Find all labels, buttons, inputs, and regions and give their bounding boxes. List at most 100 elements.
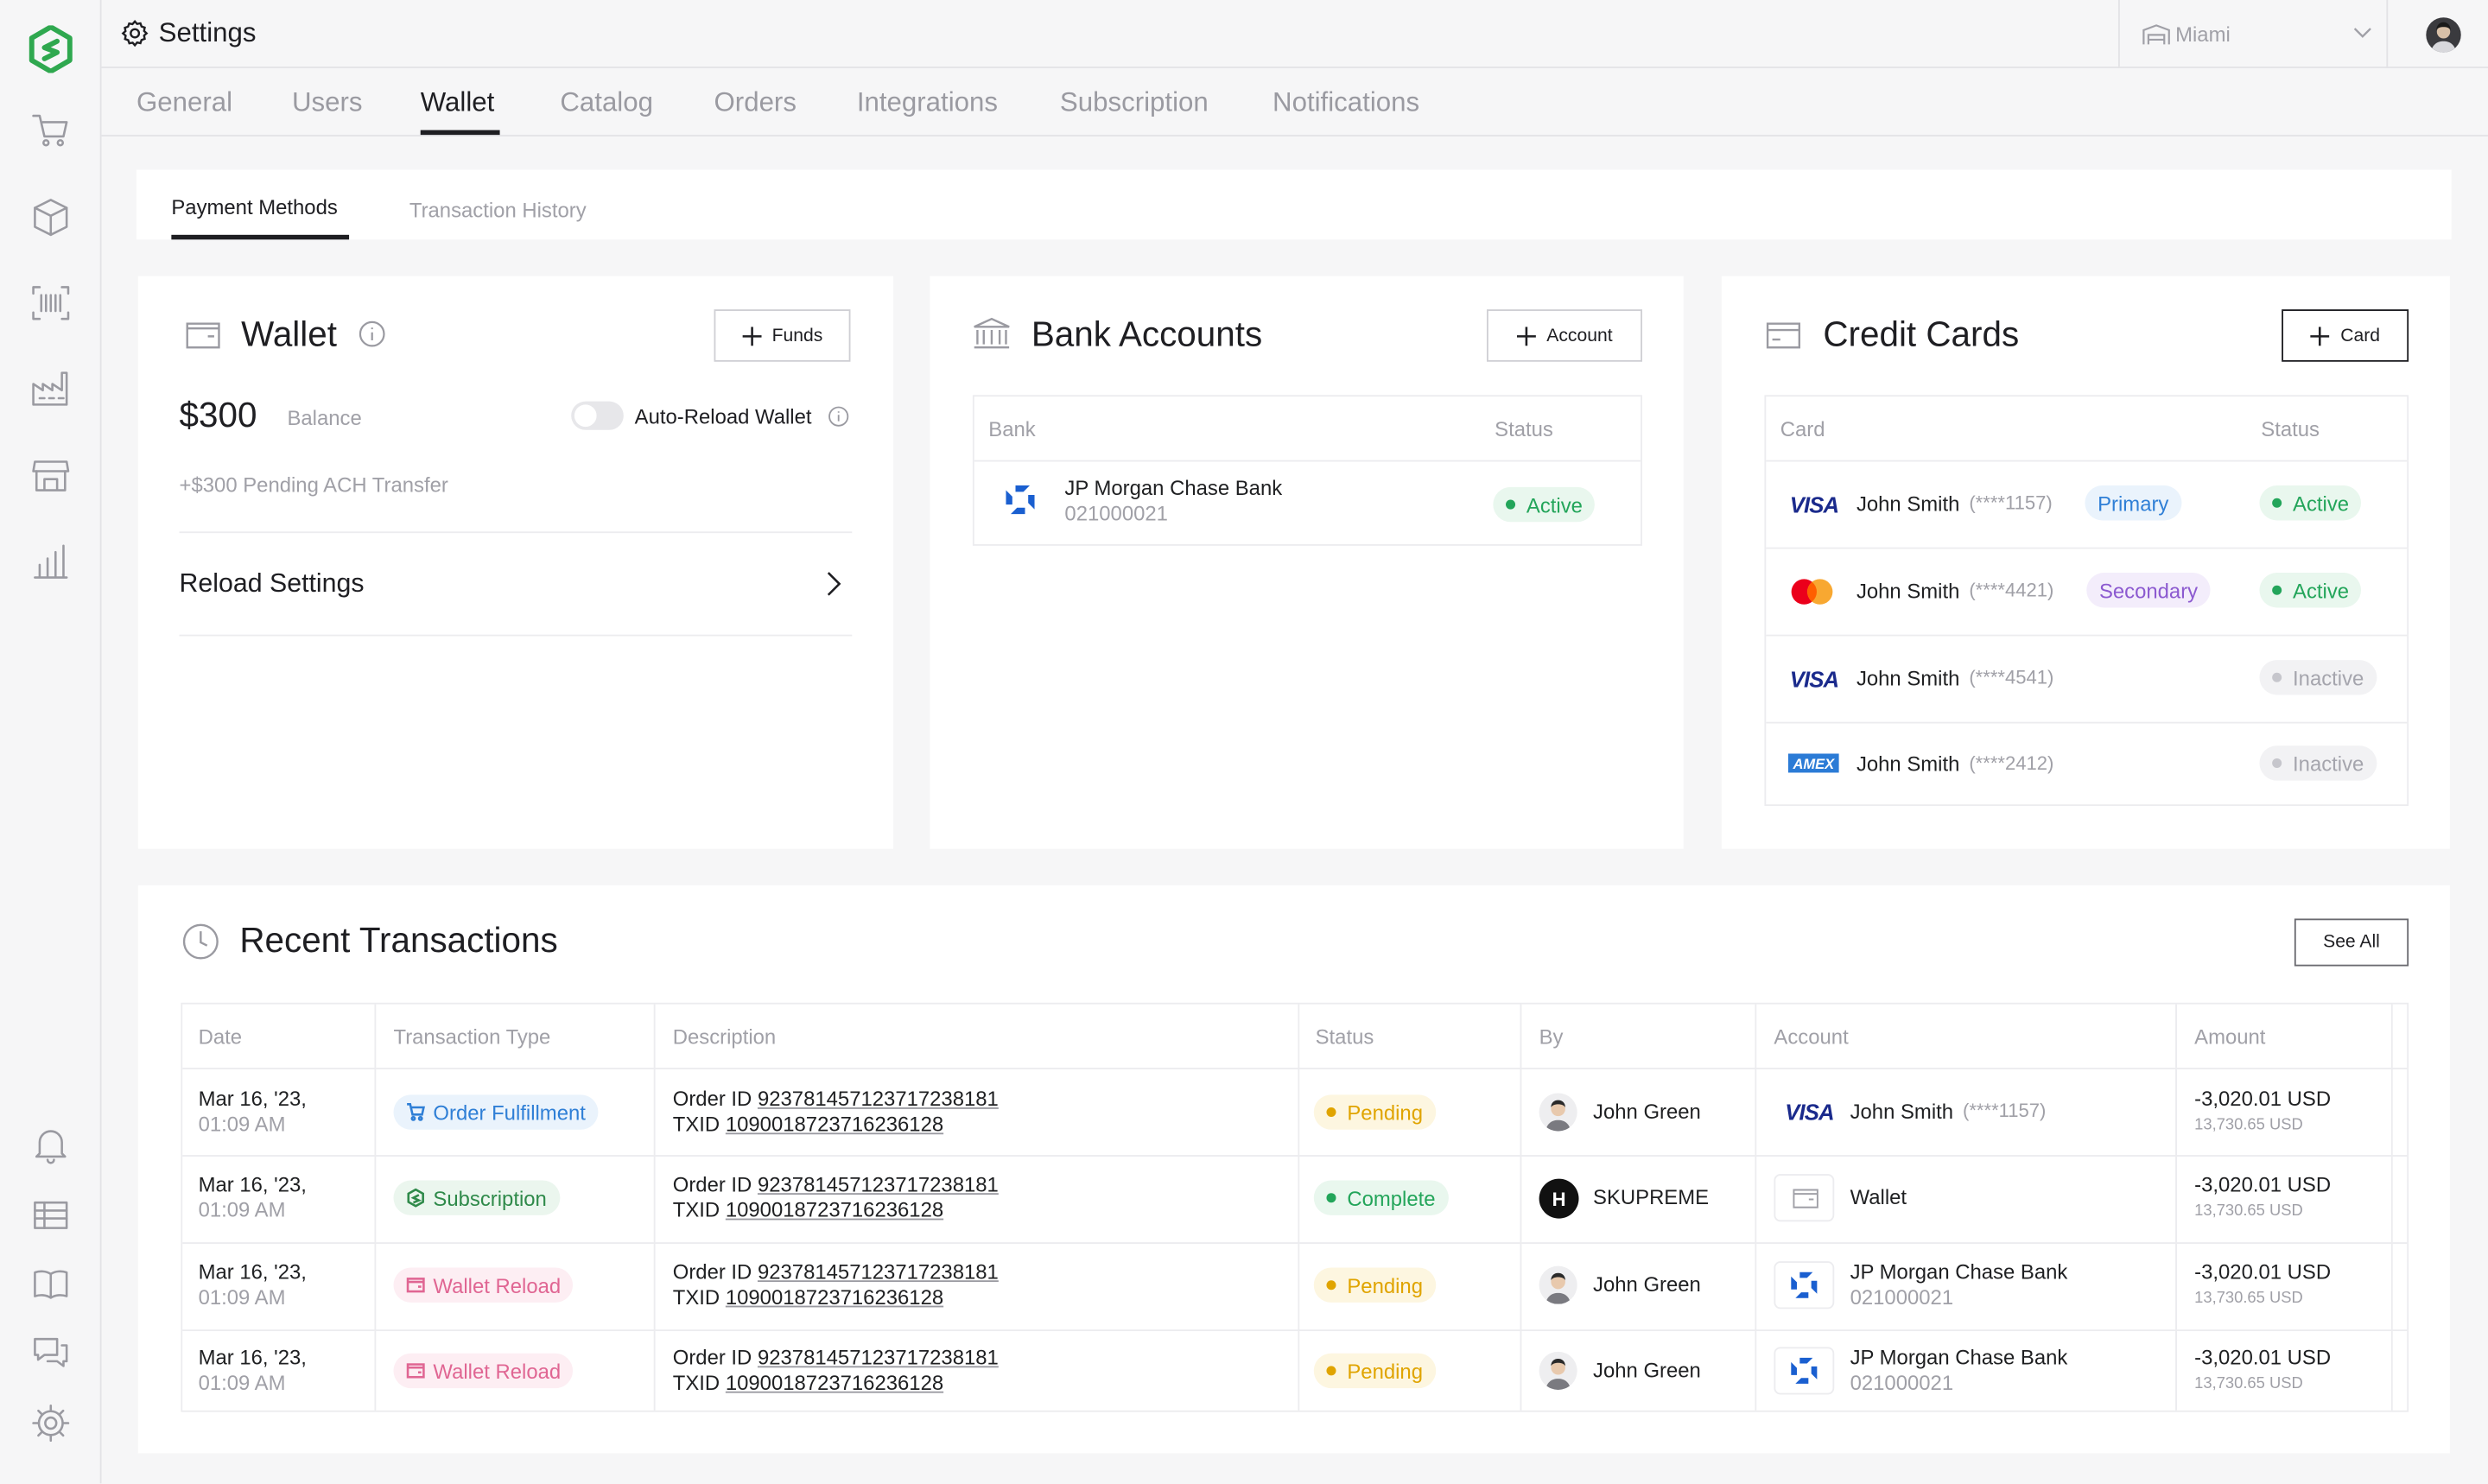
tab-notifications[interactable]: Notifications bbox=[1273, 87, 1419, 119]
plus-icon bbox=[1516, 326, 1536, 346]
tab-integrations[interactable]: Integrations bbox=[857, 87, 998, 119]
txid-link[interactable]: 1090018723716236128 bbox=[726, 1285, 943, 1310]
status-badge: Active bbox=[1493, 486, 1596, 523]
column-header-date: Date bbox=[198, 1024, 243, 1050]
cardholder-name: John Smith bbox=[1856, 491, 1960, 516]
wallet-balance: $300 bbox=[179, 395, 257, 435]
column-header-by: By bbox=[1539, 1024, 1564, 1050]
reload-settings-label: Reload Settings bbox=[179, 569, 365, 599]
bank-number: 021000021 bbox=[1064, 501, 1168, 525]
column-header-card: Card bbox=[1780, 417, 1825, 441]
logo-icon[interactable] bbox=[29, 25, 73, 73]
avatar[interactable] bbox=[2426, 17, 2461, 53]
type-badge: Subscription bbox=[393, 1180, 560, 1215]
subtab-transaction-history[interactable]: Transaction History bbox=[409, 199, 587, 223]
description-order: Order ID 92378145712371723​8181 bbox=[673, 1346, 999, 1370]
credit-cards-title: Credit Cards bbox=[1823, 314, 2020, 354]
column-header-bank: Bank bbox=[988, 417, 1036, 441]
account-name: John Smith bbox=[1850, 1099, 1954, 1124]
table-row[interactable]: Mar 16, '23, 01:09 AM Order Fulfillment … bbox=[182, 1069, 2407, 1155]
tab-subscription[interactable]: Subscription bbox=[1060, 87, 1209, 119]
txid-link[interactable]: 1090018723716236128 bbox=[726, 1198, 943, 1222]
column-header-status: Status bbox=[1315, 1024, 1374, 1050]
add-account-button[interactable]: Account bbox=[1486, 309, 1642, 362]
table-row[interactable]: JP Morgan Chase Bank 021000021 Active bbox=[974, 461, 1641, 545]
visa-logo-icon: VISA bbox=[1789, 666, 1839, 692]
order-prefix: Order ID bbox=[672, 1172, 752, 1196]
account-name: JP Morgan Chase Bank bbox=[1850, 1259, 2068, 1284]
chat-icon[interactable] bbox=[30, 1333, 72, 1374]
warehouse-icon bbox=[2142, 24, 2171, 47]
table-row[interactable]: VISA John Smith (****1157) Primary Activ… bbox=[1766, 461, 2407, 547]
txid-prefix: TXID bbox=[672, 1112, 720, 1137]
by-name: John Green bbox=[1593, 1358, 1701, 1382]
tab-users[interactable]: Users bbox=[292, 87, 363, 119]
order-id-link[interactable]: 92378145712371723​8181 bbox=[758, 1087, 999, 1111]
amount-sub: 13,730.65 USD bbox=[2194, 1202, 2303, 1221]
status-badge: Pending bbox=[1313, 1267, 1436, 1303]
status-label: Pending bbox=[1347, 1100, 1424, 1125]
add-funds-button[interactable]: Funds bbox=[714, 309, 851, 362]
add-card-button[interactable]: Card bbox=[2282, 309, 2409, 362]
subtab-payment-methods[interactable]: Payment Methods bbox=[171, 195, 337, 219]
table-row[interactable]: AMEX John Smith (****2412) Inactive bbox=[1766, 724, 2407, 807]
order-id-link[interactable]: 92378145712371723​8181 bbox=[758, 1172, 999, 1196]
tab-wallet[interactable]: Wallet bbox=[421, 87, 495, 119]
table-row[interactable]: Mar 16, '23, 01:09 AM Wallet Reload Orde… bbox=[182, 1331, 2407, 1411]
credit-card-icon bbox=[1766, 322, 1801, 349]
table-row[interactable]: VISA John Smith (****4541) Inactive bbox=[1766, 637, 2407, 722]
store-icon[interactable] bbox=[30, 455, 72, 497]
txid-link[interactable]: 1090018723716236128 bbox=[726, 1113, 943, 1137]
book-icon[interactable] bbox=[30, 1265, 72, 1306]
table-row[interactable]: Mar 16, '23, 01:09 AM Wallet Reload Orde… bbox=[182, 1244, 2407, 1329]
factory-icon[interactable] bbox=[30, 368, 72, 409]
see-all-button[interactable]: See All bbox=[2294, 918, 2409, 967]
amount: -3,020.01 USD bbox=[2194, 1345, 2332, 1370]
txid-link[interactable]: 1090018723716236128 bbox=[726, 1371, 943, 1395]
gear-icon[interactable] bbox=[30, 1403, 72, 1444]
pending-transfer: +$300 Pending ACH Transfer bbox=[179, 472, 448, 497]
chevron-right-icon bbox=[827, 571, 841, 596]
cardholder-name: John Smith bbox=[1856, 579, 1960, 603]
table-row[interactable]: John Smith (****4421) Secondary Active bbox=[1766, 549, 2407, 634]
card-mask: (****4541) bbox=[1969, 666, 2054, 689]
wallet-icon bbox=[406, 1278, 425, 1293]
txid-prefix: TXID bbox=[672, 1370, 720, 1395]
card-mask: (****2412) bbox=[1969, 752, 2054, 775]
account-sub: 021000021 bbox=[1850, 1370, 1954, 1395]
reload-settings-row[interactable]: Reload Settings bbox=[180, 533, 853, 635]
bank-accounts-title: Bank Accounts bbox=[1031, 314, 1263, 354]
status-badge: Pending bbox=[1313, 1353, 1436, 1389]
status-label: Pending bbox=[1347, 1272, 1424, 1297]
box-icon[interactable] bbox=[30, 197, 72, 238]
bell-icon[interactable] bbox=[30, 1125, 72, 1166]
status-badge: Inactive bbox=[2259, 745, 2377, 781]
auto-reload-toggle[interactable] bbox=[571, 401, 624, 430]
barcode-icon[interactable] bbox=[30, 282, 72, 324]
tab-general[interactable]: General bbox=[136, 87, 232, 119]
type-label: Wallet Reload bbox=[433, 1272, 562, 1297]
order-prefix: Order ID bbox=[672, 1087, 752, 1111]
location-select[interactable]: Miami bbox=[2117, 0, 2389, 68]
chart-icon[interactable] bbox=[30, 541, 72, 582]
order-id-link[interactable]: 92378145712371723​8181 bbox=[758, 1346, 999, 1370]
avatar bbox=[1539, 1351, 1577, 1390]
tab-orders[interactable]: Orders bbox=[714, 87, 797, 119]
credit-cards-card: Credit Cards Card Card Status VISA John … bbox=[1721, 276, 2450, 849]
info-icon[interactable] bbox=[359, 320, 385, 347]
auto-reload-info-icon[interactable] bbox=[828, 406, 849, 427]
description-txid: TXID 1090018723716236128 bbox=[673, 1285, 943, 1310]
subscription-icon bbox=[407, 1188, 424, 1208]
chevron-down-icon bbox=[2353, 27, 2372, 40]
amount-sub: 13,730.65 USD bbox=[2194, 1117, 2303, 1135]
by-name: John Green bbox=[1593, 1272, 1701, 1297]
tab-catalog[interactable]: Catalog bbox=[560, 87, 653, 119]
date: Mar 16, '23, bbox=[198, 1172, 307, 1196]
time: 01:09 AM bbox=[198, 1284, 286, 1310]
table-row[interactable]: Mar 16, '23, 01:09 AM Subscription Order… bbox=[182, 1157, 2407, 1242]
list-icon[interactable] bbox=[30, 1195, 72, 1236]
order-id-link[interactable]: 92378145712371723​8181 bbox=[758, 1259, 999, 1284]
cart-icon[interactable] bbox=[30, 110, 72, 151]
svg-text:AMEX: AMEX bbox=[1792, 756, 1835, 772]
column-header-type: Transaction Type bbox=[393, 1024, 551, 1050]
